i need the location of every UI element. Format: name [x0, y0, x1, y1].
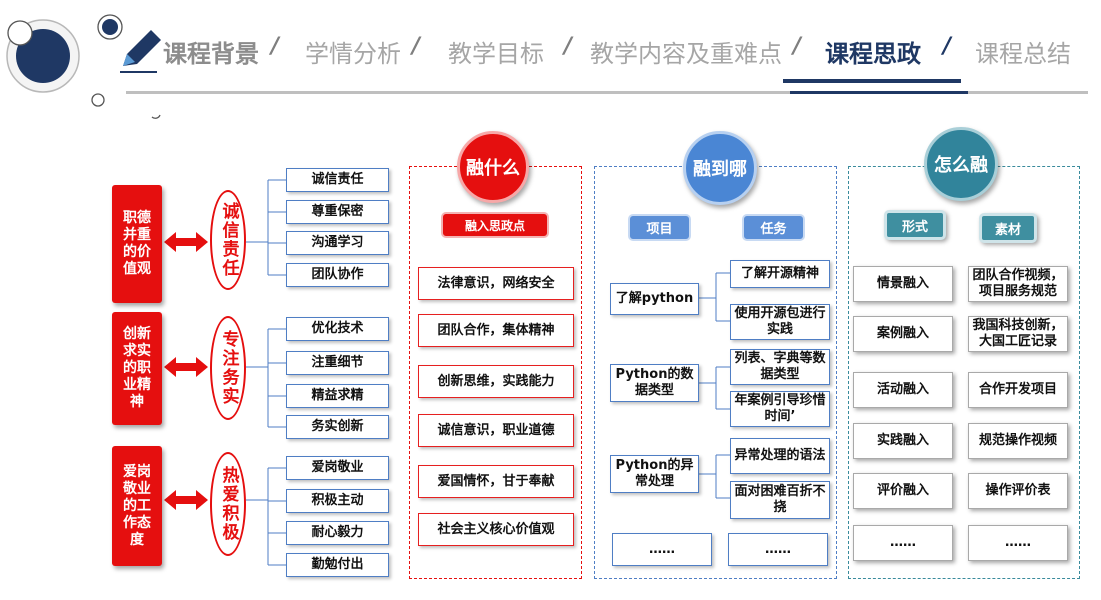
where-ellipsis-box: ……	[612, 533, 712, 566]
task-box: 使用开源包进行实践	[730, 304, 830, 340]
value-item: 爱岗敬业	[286, 456, 389, 480]
ideology-point: 爱国情怀，甘于奉献	[418, 465, 574, 498]
ideology-point: 创新思维，实践能力	[418, 365, 574, 398]
value-item: 团队协作	[286, 263, 389, 287]
task-box: 异常处理的语法	[730, 438, 830, 474]
what-subtitle-label: 融入思政点	[441, 212, 549, 238]
material-box: 团队合作视频，项目服务规范	[968, 266, 1068, 302]
form-box: 案例融入	[853, 316, 953, 352]
where-project-header: 项目	[628, 214, 691, 241]
how-ellipsis-box: ……	[968, 525, 1068, 561]
project-box: Python的数据类型	[610, 364, 699, 402]
form-box: 评价融入	[853, 473, 953, 509]
slide: 课程背景 / 学情分析 / 教学目标 / 教学内容及重难点 / 课程思政 / 课…	[0, 0, 1101, 600]
form-box: 实践融入	[853, 423, 953, 459]
ideology-point: 诚信意识，职业道德	[418, 414, 574, 447]
where-task-header: 任务	[742, 214, 805, 241]
ideology-point: 法律意识，网络安全	[418, 267, 574, 300]
project-box: 了解python	[610, 283, 699, 315]
where-title-circle: 融到哪	[683, 131, 757, 205]
category-work-ethics-values: 职德并重的价值观	[112, 185, 162, 303]
how-ellipsis-box: ……	[853, 525, 953, 561]
how-form-header: 形式	[884, 210, 946, 240]
virtue-passion-oval: 热爱积极	[210, 452, 246, 556]
task-box: 年案例引导珍惜时间’	[730, 391, 830, 427]
material-box: 操作评价表	[968, 473, 1068, 509]
value-item: 耐心毅力	[286, 521, 389, 545]
ideology-point: 团队合作，集体精神	[418, 314, 574, 347]
value-item: 精益求精	[286, 384, 389, 408]
value-item: 注重细节	[286, 351, 389, 375]
where-ellipsis-box: ……	[728, 533, 828, 566]
task-box: 了解开源精神	[730, 260, 830, 288]
what-title-circle: 融什么	[457, 131, 529, 203]
material-box: 规范操作视频	[968, 423, 1068, 459]
value-item: 尊重保密	[286, 200, 389, 224]
value-item: 沟通学习	[286, 231, 389, 255]
project-box: Python的异常处理	[610, 455, 699, 493]
value-item: 勤勉付出	[286, 553, 389, 577]
category-innovation-spirit: 创新求实的职业精神	[112, 312, 162, 425]
task-box: 面对困难百折不挠	[730, 481, 830, 519]
material-box: 合作开发项目	[968, 372, 1068, 408]
how-material-header: 素材	[979, 213, 1037, 243]
task-box: 列表、字典等数据类型	[730, 349, 830, 385]
ideology-point: 社会主义核心价值观	[418, 513, 574, 546]
category-work-attitude: 爱岗敬业的工作态度	[112, 446, 162, 566]
how-title-circle: 怎么融	[924, 127, 998, 201]
value-item: 积极主动	[286, 489, 389, 513]
value-item: 诚信责任	[286, 168, 389, 192]
virtue-integrity-oval: 诚信责任	[210, 190, 246, 290]
virtue-focus-oval: 专注务实	[210, 316, 246, 420]
value-item: 务实创新	[286, 415, 389, 439]
form-box: 活动融入	[853, 372, 953, 408]
value-item: 优化技术	[286, 317, 389, 341]
form-box: 情景融入	[853, 266, 953, 302]
material-box: 我国科技创新，大国工匠记录	[968, 316, 1068, 352]
